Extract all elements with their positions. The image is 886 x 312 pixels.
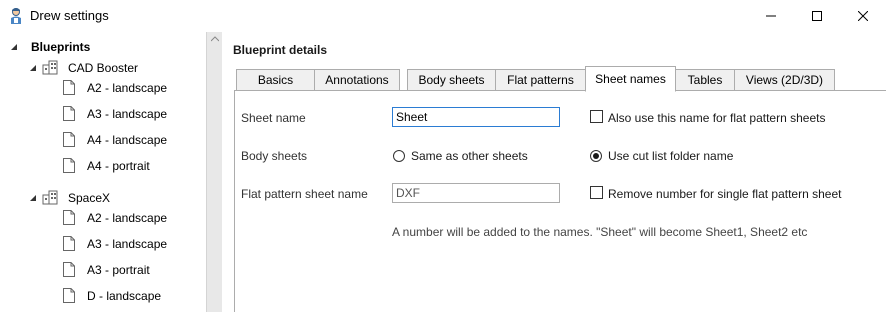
tree-item-label: A2 - landscape	[87, 211, 168, 225]
document-icon	[63, 210, 75, 225]
close-button[interactable]	[840, 0, 886, 32]
tab-flat-patterns[interactable]: Flat patterns	[495, 69, 586, 91]
tree-item[interactable]: A3 - landscape	[87, 102, 167, 126]
tab-tables[interactable]: Tables	[675, 69, 735, 91]
scroll-up-icon[interactable]	[211, 36, 219, 42]
tab-annotations[interactable]: Annotations	[314, 69, 400, 91]
tree-item-label: A4 - portrait	[87, 159, 150, 173]
maximize-icon	[812, 11, 822, 21]
radio-cutlist-label: Use cut list folder name	[608, 149, 734, 163]
window-title: Drew settings	[30, 8, 109, 23]
tree-group-label: SpaceX	[68, 191, 111, 205]
tree-item[interactable]: A2 - landscape	[87, 76, 167, 100]
document-icon	[63, 132, 75, 147]
document-icon	[63, 106, 75, 121]
tab-sheet-names[interactable]: Sheet names	[585, 66, 676, 92]
tree-item[interactable]: A4 - landscape	[87, 128, 167, 152]
tree-scrollbar[interactable]	[206, 32, 222, 312]
document-icon	[63, 288, 75, 303]
radio-same-as-other[interactable]	[393, 150, 405, 162]
tree-item-label: A3 - portrait	[87, 263, 150, 277]
tree-item[interactable]: A2 - landscape	[87, 206, 167, 230]
tab-body-sheets[interactable]: Body sheets	[407, 69, 496, 91]
document-icon	[63, 236, 75, 251]
tab-basics[interactable]: Basics	[236, 69, 315, 91]
tree-item-label: A2 - landscape	[87, 81, 168, 95]
body-sheets-label: Body sheets	[241, 149, 308, 163]
radio-same-label: Same as other sheets	[411, 149, 528, 163]
tree-item[interactable]: A4 - portrait	[87, 154, 150, 178]
section-title: Blueprint details	[233, 43, 328, 57]
document-icon	[63, 262, 75, 277]
tree-item-label: A3 - landscape	[87, 237, 168, 251]
building-icon	[42, 60, 58, 75]
tree-item-label: D - landscape	[87, 289, 162, 303]
maximize-button[interactable]	[794, 0, 840, 32]
expanded-arrow-icon[interactable]	[10, 43, 18, 51]
tree-group-label: CAD Booster	[68, 61, 139, 75]
tree-item[interactable]: A3 - landscape	[87, 232, 167, 256]
flat-pattern-name-label: Flat pattern sheet name	[241, 187, 368, 201]
remove-number-label: Remove number for single flat pattern sh…	[608, 187, 842, 201]
blueprint-tree: Blueprints CAD Booster A2 - landscape A3…	[0, 32, 206, 312]
tree-root-label: Blueprints	[31, 40, 91, 54]
close-icon	[858, 11, 868, 21]
expanded-arrow-icon[interactable]	[29, 194, 37, 202]
sheet-names-panel: Sheet name Also use this name for flat p…	[234, 90, 886, 312]
naming-note: A number will be added to the names. "Sh…	[392, 225, 808, 239]
tree-item-label: A4 - landscape	[87, 133, 168, 147]
drew-app-icon	[11, 8, 21, 24]
document-icon	[63, 80, 75, 95]
tree-item[interactable]: D - landscape	[87, 284, 161, 308]
sheet-name-input[interactable]	[392, 107, 560, 127]
also-use-checkbox[interactable]	[590, 110, 603, 123]
building-icon	[42, 190, 58, 205]
expanded-arrow-icon[interactable]	[29, 64, 37, 72]
radio-cut-list-folder[interactable]	[590, 150, 602, 162]
minimize-button[interactable]	[748, 0, 794, 32]
blueprint-details-pane: Blueprint details Basics Annotations Bod…	[222, 32, 886, 312]
remove-number-checkbox[interactable]	[590, 186, 603, 199]
tab-views[interactable]: Views (2D/3D)	[734, 69, 835, 91]
flat-pattern-name-input[interactable]	[392, 183, 560, 203]
document-icon	[63, 158, 75, 173]
sheet-name-label: Sheet name	[241, 111, 306, 125]
tree-item[interactable]: A3 - portrait	[87, 258, 150, 282]
minimize-icon	[766, 15, 776, 17]
also-use-label: Also use this name for flat pattern shee…	[608, 111, 826, 125]
title-bar: Drew settings	[0, 0, 886, 32]
tree-item-label: A3 - landscape	[87, 107, 168, 121]
